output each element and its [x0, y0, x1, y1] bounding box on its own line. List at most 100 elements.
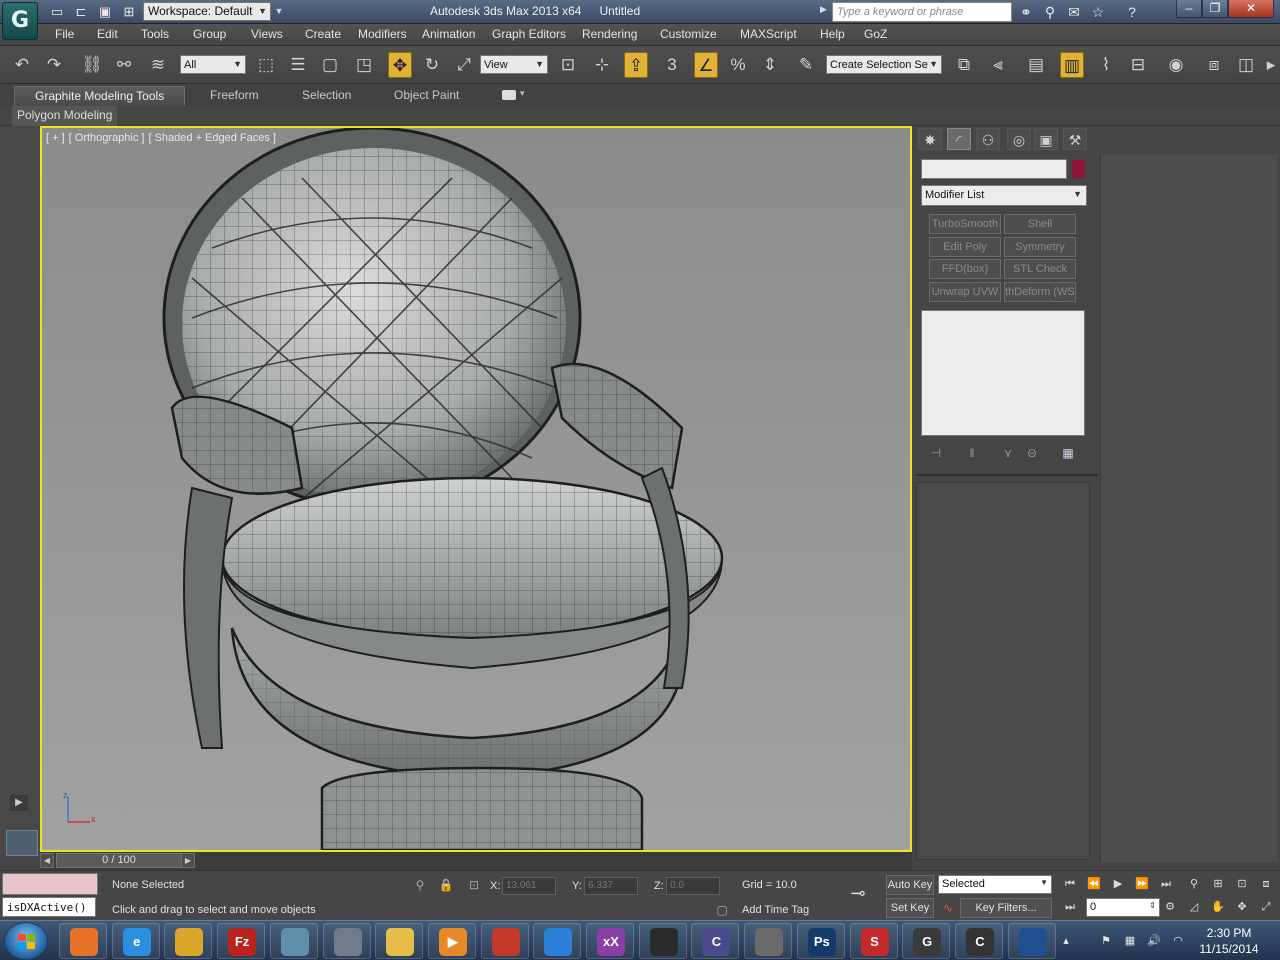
show-hidden-icons-icon[interactable]: ▴: [1058, 933, 1074, 949]
maximize-button[interactable]: ❐: [1202, 0, 1228, 18]
auto-key-button[interactable]: Auto Key: [886, 875, 934, 895]
align-icon[interactable]: ⫷: [986, 52, 1010, 78]
select-object-icon[interactable]: ⬚: [254, 52, 278, 78]
remove-modifier-icon[interactable]: ⊝: [1023, 444, 1041, 462]
communication-icon[interactable]: ✉: [1064, 3, 1084, 21]
taskbar-app-app-skull[interactable]: [322, 923, 371, 959]
hierarchy-tab-icon[interactable]: ⚇: [976, 128, 1000, 150]
taskbar-app-chrome[interactable]: [164, 923, 213, 959]
menu-maxscript[interactable]: MAXScript: [740, 27, 797, 41]
previous-frame-arrow-icon[interactable]: ◀: [40, 853, 54, 868]
quick-access-dropdown-icon[interactable]: ▼: [273, 3, 285, 20]
save-file-icon[interactable]: ▣: [96, 3, 114, 20]
taskbar-app-app-c-box[interactable]: C: [691, 923, 740, 959]
keyboard-shortcut-override-icon[interactable]: ⇪: [624, 52, 648, 78]
time-configuration-icon[interactable]: ⚙: [1160, 898, 1180, 916]
viewport-shading-menu[interactable]: [ Shaded + Edged Faces ]: [148, 132, 276, 144]
menu-help[interactable]: Help: [820, 27, 845, 41]
menu-graph-editors[interactable]: Graph Editors: [492, 27, 566, 41]
time-tag-icon[interactable]: ▢: [714, 902, 730, 918]
pivot-point-center-icon[interactable]: ⊡: [556, 52, 580, 78]
key-filters-button[interactable]: Key Filters...: [960, 898, 1052, 918]
turbosmooth-button[interactable]: TurboSmooth: [929, 214, 1001, 234]
rendered-frame-window-icon[interactable]: ◫: [1234, 52, 1258, 78]
bind-to-space-warp-icon[interactable]: ≋: [146, 52, 170, 78]
minimize-button[interactable]: –: [1176, 0, 1202, 18]
action-center-flag-icon[interactable]: ⚑: [1098, 933, 1114, 949]
new-file-icon[interactable]: ▭: [48, 3, 66, 20]
edit-poly-button[interactable]: Edit Poly: [929, 237, 1001, 257]
maxscript-mini-listener[interactable]: [2, 873, 98, 895]
ribbon-minimize-icon[interactable]: [502, 90, 516, 100]
taskbar-app-app-face[interactable]: [638, 923, 687, 959]
stl-check-button[interactable]: STL Check: [1004, 259, 1076, 279]
z-coordinate-field[interactable]: 0.0: [666, 877, 720, 895]
select-and-rotate-icon[interactable]: ↻: [420, 52, 444, 78]
thdeform-button[interactable]: thDeform (WSM): [1004, 282, 1076, 302]
time-slider[interactable]: 0 / 100: [56, 853, 182, 868]
subscription-key-icon[interactable]: ⚲: [1040, 3, 1060, 21]
orbit-icon[interactable]: ✥: [1232, 898, 1252, 916]
make-unique-icon[interactable]: ⋎: [999, 444, 1017, 462]
menu-tools[interactable]: Tools: [141, 27, 169, 41]
tab-object-paint[interactable]: Object Paint: [374, 86, 479, 106]
next-frame-arrow-icon[interactable]: ▶: [181, 853, 195, 868]
undo-icon[interactable]: ↶: [10, 52, 34, 78]
perspective-viewport[interactable]: [ + ] [ Orthographic ][ Shaded + Edged Fa…: [40, 126, 912, 852]
go-to-end-icon[interactable]: ⏭: [1156, 875, 1176, 893]
absolute-mode-transform-icon[interactable]: ⊡: [466, 877, 482, 893]
taskbar-app-media-player[interactable]: ▶: [427, 923, 476, 959]
menu-views[interactable]: Views: [251, 27, 283, 41]
taskbar-app-app-purple[interactable]: xX: [586, 923, 634, 959]
key-mode-dropdown[interactable]: Selected ▼: [938, 875, 1052, 894]
taskbar-app-internet-explorer[interactable]: e: [111, 923, 160, 959]
zoom-all-icon[interactable]: ⊞: [1208, 875, 1228, 893]
next-key-icon[interactable]: ⏩: [1132, 875, 1152, 893]
object-name-field[interactable]: [921, 159, 1067, 179]
taskbar-app-dropbox[interactable]: [533, 923, 582, 959]
binoculars-icon[interactable]: ⚭: [1016, 3, 1036, 21]
configure-modifier-sets-icon[interactable]: ▦: [1059, 444, 1077, 462]
open-file-icon[interactable]: ⊏: [72, 3, 90, 20]
taskbar-app-windows-explorer[interactable]: [375, 923, 424, 959]
object-color-swatch[interactable]: [1071, 159, 1086, 179]
workspace-dropdown[interactable]: Workspace: Default ▼: [143, 2, 271, 21]
curve-editor-icon[interactable]: ⌇: [1094, 52, 1118, 78]
spinner-snap-icon[interactable]: ⇕: [758, 52, 782, 78]
add-time-tag[interactable]: Add Time Tag: [742, 904, 809, 916]
selection-filter-dropdown[interactable]: All ▼: [180, 55, 246, 74]
taskbar-app-zbrush[interactable]: [744, 923, 793, 959]
unlink-selection-icon[interactable]: ⚯: [112, 52, 136, 78]
modify-tab-icon[interactable]: ◜: [947, 128, 971, 150]
select-and-move-icon[interactable]: ✥: [388, 52, 412, 78]
shell-button[interactable]: Shell: [1004, 214, 1076, 234]
symmetry-button[interactable]: Symmetry: [1004, 237, 1076, 257]
snaps-toggle-icon[interactable]: 3: [660, 52, 684, 78]
set-keys-icon[interactable]: ∿: [940, 900, 956, 916]
viewport-label[interactable]: [ + ] [ Orthographic ][ Shaded + Edged Fa…: [46, 132, 280, 144]
ribbon-options-chevron-icon[interactable]: ▾: [520, 88, 525, 99]
menu-create[interactable]: Create: [305, 27, 341, 41]
maximize-viewport-icon[interactable]: ⤢: [1256, 898, 1276, 916]
schematic-view-icon[interactable]: ⊟: [1126, 52, 1150, 78]
set-key-button[interactable]: Set Key: [886, 898, 934, 918]
taskbar-app-filezilla[interactable]: Fz: [217, 923, 266, 959]
key-mode-toggle-icon[interactable]: ⏭: [1060, 898, 1080, 916]
material-editor-icon[interactable]: ◉: [1164, 52, 1188, 78]
polygon-modeling-panel[interactable]: Polygon Modeling: [12, 106, 118, 126]
percent-snap-icon[interactable]: %: [726, 52, 750, 78]
menu-edit[interactable]: Edit: [97, 27, 118, 41]
layer-manager-icon[interactable]: ▤: [1024, 52, 1048, 78]
modifier-stack-list[interactable]: [921, 310, 1085, 436]
pan-view-icon[interactable]: ✋: [1208, 898, 1228, 916]
show-end-result-icon[interactable]: ‖: [963, 444, 981, 462]
zoom-extents-all-icon[interactable]: ⧈: [1256, 875, 1276, 893]
wifi-icon[interactable]: ◠: [1170, 933, 1186, 949]
display-tab-icon[interactable]: ▣: [1034, 128, 1058, 150]
tab-selection[interactable]: Selection: [282, 86, 371, 106]
named-selection-sets-dropdown[interactable]: Create Selection Se ▼: [826, 55, 942, 74]
start-button[interactable]: [4, 922, 48, 960]
taskbar-app-photoshop[interactable]: Ps: [796, 923, 845, 959]
volume-icon[interactable]: 🔊: [1146, 933, 1162, 949]
taskbar-app-3dsmax[interactable]: G: [902, 923, 951, 959]
